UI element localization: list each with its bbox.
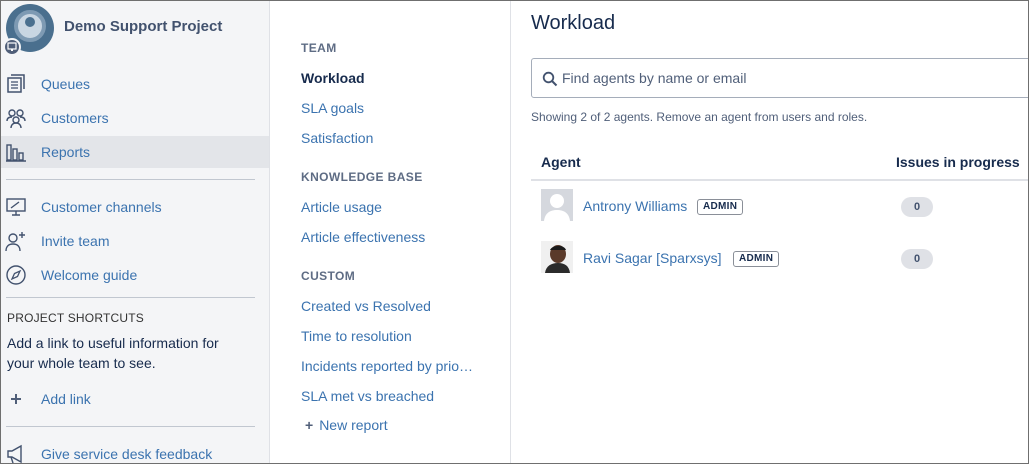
shortcuts-title: PROJECT SHORTCUTS	[7, 311, 144, 325]
sidebar-item-label: Invite team	[41, 233, 110, 249]
sidebar-item-label: Customers	[41, 110, 109, 126]
project-header[interactable]: Demo Support Project	[1, 1, 270, 59]
admin-badge: ADMIN	[697, 199, 744, 215]
sidebar-item-label: Queues	[41, 76, 91, 92]
sidebar-divider	[6, 179, 255, 180]
feedback-label: Give service desk feedback	[41, 446, 213, 462]
service-desk-badge-icon	[3, 38, 21, 56]
main-content: Workload Showing 2 of 2 agents. Remove a…	[511, 1, 1028, 463]
sidebar-divider	[6, 426, 255, 427]
sidebar-divider	[6, 297, 255, 298]
report-link-sla-met-vs-breached[interactable]: SLA met vs breached	[301, 388, 434, 404]
agent-avatar	[541, 241, 573, 273]
invite-icon	[5, 230, 27, 252]
feedback-link[interactable]: Give service desk feedback	[1, 438, 269, 463]
project-sidebar: Demo Support Project Queues Customers Re…	[1, 1, 270, 463]
report-link-article-usage[interactable]: Article usage	[301, 199, 382, 215]
plus-icon: +	[305, 417, 314, 433]
plus-icon	[5, 388, 27, 410]
search-icon	[542, 71, 558, 92]
agent-search-box[interactable]	[531, 58, 1028, 98]
report-link-created-vs-resolved[interactable]: Created vs Resolved	[301, 298, 431, 314]
section-title-knowledge-base: KNOWLEDGE BASE	[301, 170, 423, 184]
sidebar-item-reports[interactable]: Reports	[1, 136, 269, 168]
channels-icon	[5, 196, 27, 218]
sidebar-item-queues[interactable]: Queues	[1, 68, 269, 100]
section-title-custom: CUSTOM	[301, 269, 356, 283]
new-report-button[interactable]: + New report	[305, 417, 388, 433]
app-window: Demo Support Project Queues Customers Re…	[0, 0, 1029, 464]
report-link-incidents-by-priority[interactable]: Incidents reported by prio…	[301, 358, 473, 374]
agent-search-input[interactable]	[562, 68, 1022, 88]
queues-icon	[5, 73, 27, 95]
agent-name-link[interactable]: Ravi Sagar [Sparxsys]	[583, 250, 722, 266]
project-name[interactable]: Demo Support Project	[64, 18, 222, 35]
report-link-article-effectiveness[interactable]: Article effectiveness	[301, 229, 425, 245]
customers-icon	[5, 107, 27, 129]
report-link-workload[interactable]: Workload	[301, 70, 365, 86]
shortcuts-description: Add a link to useful information for you…	[7, 335, 219, 371]
section-title-team: TEAM	[301, 41, 337, 55]
compass-icon	[5, 264, 27, 286]
admin-badge: ADMIN	[733, 251, 780, 267]
column-header-issues: Issues in progress	[896, 154, 1020, 170]
report-link-time-to-resolution[interactable]: Time to resolution	[301, 328, 412, 344]
sidebar-item-invite-team[interactable]: Invite team	[1, 225, 269, 257]
add-link-label: Add link	[41, 391, 91, 407]
page-title: Workload	[531, 12, 616, 34]
agents-count-text: Showing 2 of 2 agents. Remove an agent f…	[531, 110, 868, 124]
new-report-label: New report	[319, 417, 388, 433]
megaphone-icon	[5, 443, 27, 463]
report-link-sla-goals[interactable]: SLA goals	[301, 100, 364, 116]
sidebar-item-label: Reports	[41, 144, 91, 160]
table-row: Antrony Williams ADMIN 0	[531, 181, 1028, 233]
sidebar-item-customers[interactable]: Customers	[1, 102, 269, 134]
add-link-button[interactable]: Add link	[1, 383, 269, 415]
sidebar-item-welcome-guide[interactable]: Welcome guide	[1, 259, 269, 291]
default-avatar-icon	[541, 189, 573, 221]
report-link-satisfaction[interactable]: Satisfaction	[301, 130, 373, 146]
sidebar-item-label: Welcome guide	[41, 267, 138, 283]
sidebar-item-customer-channels[interactable]: Customer channels	[1, 191, 269, 223]
issues-count-badge: 0	[901, 197, 933, 217]
reports-icon	[5, 141, 27, 163]
agent-name-link[interactable]: Antrony Williams	[583, 198, 687, 214]
reports-nav: TEAM Workload SLA goals Satisfaction KNO…	[270, 1, 511, 463]
issues-count-badge: 0	[901, 249, 933, 269]
sidebar-item-label: Customer channels	[41, 199, 162, 215]
table-row: Ravi Sagar [Sparxsys] ADMIN 0	[531, 233, 1028, 285]
column-header-agent: Agent	[541, 154, 581, 170]
